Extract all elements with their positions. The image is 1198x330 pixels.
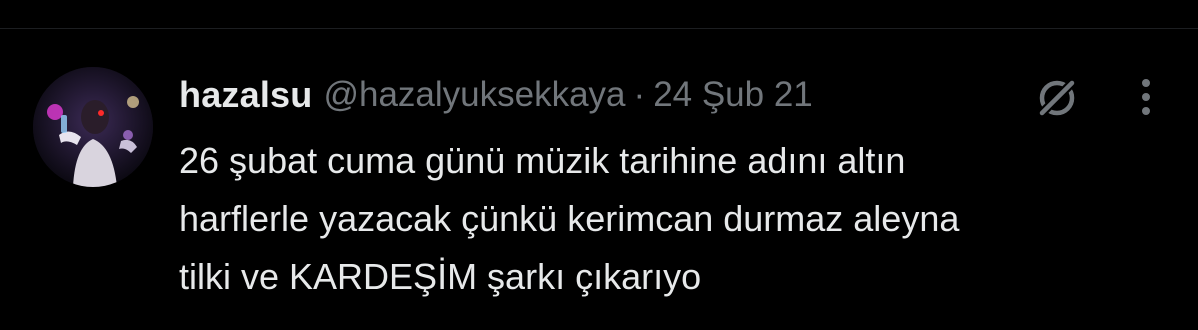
display-name[interactable]: hazalsu bbox=[179, 74, 312, 116]
grok-icon-glyph bbox=[1037, 78, 1077, 118]
avatar[interactable] bbox=[33, 67, 153, 187]
avatar-image bbox=[33, 67, 153, 187]
more-options-glyph bbox=[1142, 79, 1150, 115]
separator-dot: · bbox=[633, 75, 646, 114]
tweet-text-line: harflerle yazacak çünkü kerimcan durmaz … bbox=[179, 198, 960, 239]
tweet-header: hazalsu @hazalyuksekkaya · 24 Şub 21 bbox=[179, 67, 813, 123]
timestamp[interactable]: 24 Şub 21 bbox=[653, 75, 813, 115]
grok-icon[interactable] bbox=[1032, 73, 1082, 123]
tweet-text-line: tilki ve KARDEŞİM şarkı çıkarıyo bbox=[179, 256, 702, 297]
tweet-text-line: 26 şubat cuma günü müzik tarihine adını … bbox=[179, 140, 906, 181]
more-options-icon[interactable] bbox=[1124, 72, 1168, 122]
user-handle[interactable]: @hazalyuksekkaya bbox=[323, 75, 625, 115]
tweet-text: 26 şubat cuma günü müzik tarihine adını … bbox=[179, 132, 1169, 306]
tweet[interactable]: hazalsu @hazalyuksekkaya · 24 Şub 21 26 … bbox=[0, 29, 1198, 330]
